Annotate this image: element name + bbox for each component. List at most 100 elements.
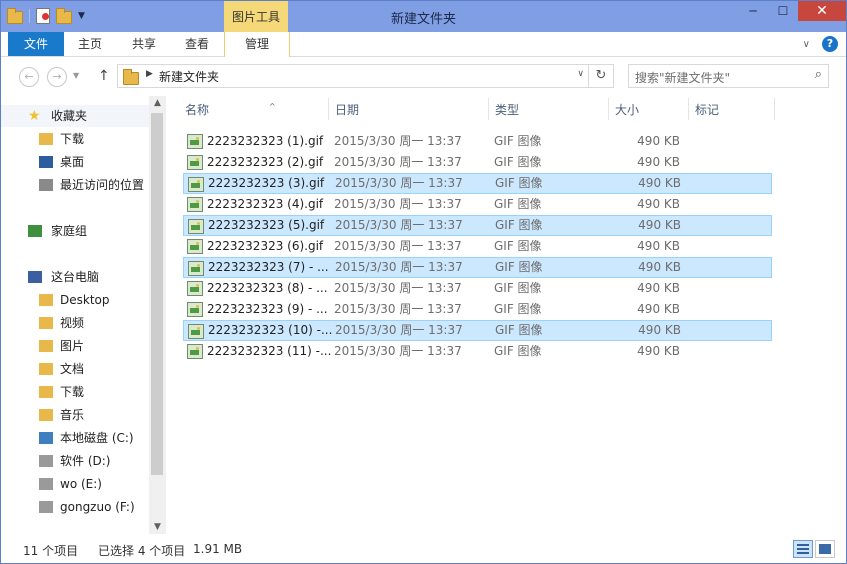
ribbon-tabs: 文件 主页 共享 查看 管理 ∨ ? <box>1 32 846 57</box>
documents-folder-icon <box>39 363 53 375</box>
expand-ribbon-icon[interactable]: ∨ <box>803 39 810 50</box>
column-header-type[interactable]: 类型 <box>495 98 519 122</box>
file-type: GIF 图像 <box>494 134 542 148</box>
table-row[interactable]: 2223232323 (4).gif 2015/3/30 周一 13:37 GIF … <box>183 194 772 215</box>
sidebar-item-label: gongzuo (F:) <box>60 500 135 514</box>
column-header-size[interactable]: 大小 <box>615 98 639 122</box>
homegroup-icon <box>28 225 42 237</box>
column-header-tags[interactable]: 标记 <box>695 98 719 122</box>
sidebar-item[interactable]: 下载 <box>1 128 149 150</box>
file-type: GIF 图像 <box>494 155 542 169</box>
sidebar-item[interactable]: 最近访问的位置 <box>1 174 149 196</box>
table-row[interactable]: 2223232323 (11) -... 2015/3/30 周一 13:37 GI… <box>183 341 772 362</box>
address-bar[interactable]: ▶ 新建文件夹 ∨ <box>117 64 589 88</box>
drive-icon <box>39 501 53 513</box>
pictures-folder-icon <box>39 340 53 352</box>
navigation-pane: ★ 收藏夹 下载 桌面 最近访问的位置 家庭组 这台电脑 Desktop 视频 图片 文档 下载 音乐本… <box>1 96 149 534</box>
navigation-scrollbar[interactable]: ▲ ▼ <box>149 96 166 534</box>
breadcrumb-arrow-icon[interactable]: ▶ <box>146 69 153 79</box>
sidebar-item-label: wo (E:) <box>60 477 102 491</box>
search-placeholder: 搜索"新建文件夹" <box>635 71 731 85</box>
sort-ascending-icon: ^ <box>269 102 276 111</box>
sidebar-item[interactable]: 这台电脑 <box>1 266 149 288</box>
column-header-date[interactable]: 日期 <box>335 98 359 122</box>
tab-manage[interactable]: 管理 <box>224 32 290 57</box>
gif-image-icon <box>188 324 204 339</box>
file-date: 2015/3/30 周一 13:37 <box>334 344 462 358</box>
divider[interactable] <box>488 98 489 120</box>
scrollbar-thumb[interactable] <box>151 113 163 475</box>
maximize-button[interactable]: ☐ <box>768 1 798 21</box>
sidebar-item[interactable]: ★ 收藏夹 <box>1 105 149 127</box>
address-dropdown-icon[interactable]: ∨ <box>577 69 584 79</box>
breadcrumb[interactable]: 新建文件夹 <box>159 68 219 85</box>
table-row[interactable]: 2223232323 (1).gif 2015/3/30 周一 13:37 GIF … <box>183 131 772 152</box>
table-row[interactable]: 2223232323 (7) - ... 2015/3/30 周一 13:37 GI… <box>183 257 772 278</box>
table-row[interactable]: 2223232323 (6).gif 2015/3/30 周一 13:37 GIF … <box>183 236 772 257</box>
details-view-button[interactable] <box>793 540 813 558</box>
divider[interactable] <box>688 98 689 120</box>
computer-icon <box>28 271 42 283</box>
sidebar-item[interactable]: 本地磁盘 (C:) <box>1 427 149 449</box>
tab-file[interactable]: 文件 <box>8 32 64 56</box>
divider[interactable] <box>608 98 609 120</box>
scroll-up-icon[interactable]: ▲ <box>149 96 166 110</box>
sidebar-item-label: 软件 (D:) <box>60 454 111 468</box>
downloads-folder-icon <box>39 133 53 145</box>
divider[interactable] <box>774 98 775 120</box>
up-button[interactable]: ↑ <box>98 68 110 84</box>
column-header-name[interactable]: ^ 名称 <box>185 98 276 122</box>
file-name: 2223232323 (10) -... <box>208 323 333 337</box>
file-size: 490 KB <box>637 302 680 316</box>
sidebar-item[interactable]: 家庭组 <box>1 220 149 242</box>
close-button[interactable]: ✕ <box>798 1 846 21</box>
file-type: GIF 图像 <box>494 197 542 211</box>
file-size: 490 KB <box>638 260 681 274</box>
title-bar: ▼ 图片工具 新建文件夹 ─ ☐ ✕ <box>1 1 846 32</box>
sidebar-item[interactable]: 桌面 <box>1 151 149 173</box>
file-date: 2015/3/30 周一 13:37 <box>334 239 462 253</box>
sidebar-item[interactable]: 文档 <box>1 358 149 380</box>
recent-locations-icon[interactable]: ▼ <box>73 71 79 80</box>
search-icon[interactable]: ⌕ <box>815 67 822 82</box>
minimize-button[interactable]: ─ <box>738 1 768 21</box>
table-row[interactable]: 2223232323 (10) -... 2015/3/30 周一 13:37 GI… <box>183 320 772 341</box>
sidebar-item[interactable]: 图片 <box>1 335 149 357</box>
file-size: 490 KB <box>637 155 680 169</box>
help-icon[interactable]: ? <box>822 36 838 52</box>
file-type: GIF 图像 <box>494 281 542 295</box>
table-row[interactable]: 2223232323 (2).gif 2015/3/30 周一 13:37 GIF … <box>183 152 772 173</box>
sidebar-item[interactable]: Desktop <box>1 289 149 311</box>
sidebar-item[interactable]: 下载 <box>1 381 149 403</box>
sidebar-item[interactable]: 音乐 <box>1 404 149 426</box>
sidebar-item[interactable]: 视频 <box>1 312 149 334</box>
file-date: 2015/3/30 周一 13:37 <box>335 323 463 337</box>
file-date: 2015/3/30 周一 13:37 <box>334 134 462 148</box>
gif-image-icon <box>187 302 203 317</box>
file-name: 2223232323 (11) -... <box>207 344 332 358</box>
table-row[interactable]: 2223232323 (3).gif 2015/3/30 周一 13:37 GIF … <box>183 173 772 194</box>
large-icons-view-button[interactable] <box>815 540 835 558</box>
refresh-button[interactable]: ↻ <box>588 64 614 88</box>
details-view-icon <box>797 544 809 554</box>
tab-share[interactable]: 共享 <box>122 32 166 56</box>
file-date: 2015/3/30 周一 13:37 <box>334 302 462 316</box>
tab-home[interactable]: 主页 <box>68 32 112 56</box>
divider[interactable] <box>328 98 329 120</box>
scroll-down-icon[interactable]: ▼ <box>149 520 166 534</box>
sidebar-item[interactable]: 软件 (D:) <box>1 450 149 472</box>
back-button[interactable]: ← <box>19 67 39 87</box>
search-input[interactable]: 搜索"新建文件夹" ⌕ <box>628 64 829 88</box>
downloads-folder-icon <box>39 386 53 398</box>
table-row[interactable]: 2223232323 (5).gif 2015/3/30 周一 13:37 GIF … <box>183 215 772 236</box>
sidebar-item[interactable]: gongzuo (F:) <box>1 496 149 518</box>
gif-image-icon <box>187 281 203 296</box>
large-icons-view-icon <box>819 544 831 554</box>
forward-button[interactable]: → <box>47 67 67 87</box>
gif-image-icon <box>187 239 203 254</box>
table-row[interactable]: 2223232323 (8) - ... 2015/3/30 周一 13:37 GI… <box>183 278 772 299</box>
address-row: ← → ▼ ↑ ▶ 新建文件夹 ∨ ↻ 搜索"新建文件夹" ⌕ <box>1 57 846 95</box>
table-row[interactable]: 2223232323 (9) - ... 2015/3/30 周一 13:37 GI… <box>183 299 772 320</box>
tab-view[interactable]: 查看 <box>175 32 219 56</box>
sidebar-item[interactable]: wo (E:) <box>1 473 149 495</box>
